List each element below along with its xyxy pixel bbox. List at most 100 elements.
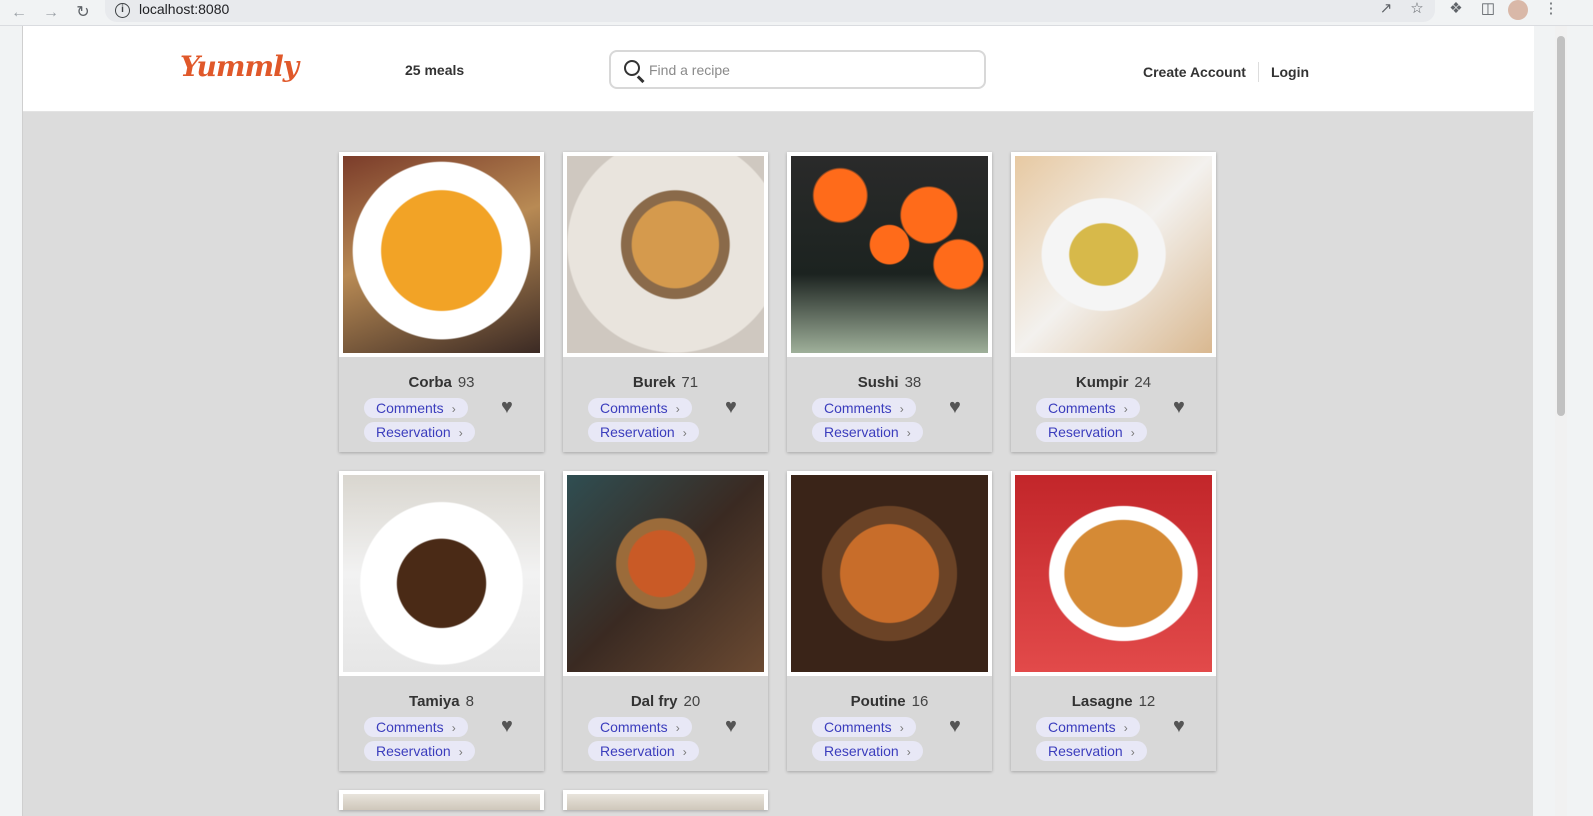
chevron-right-icon: ›: [682, 426, 687, 440]
search-box: [609, 50, 986, 89]
reservation-label: Reservation: [1048, 743, 1123, 759]
reservation-button[interactable]: Reservation ›: [588, 741, 699, 761]
reservation-button[interactable]: Reservation ›: [1036, 741, 1147, 761]
meal-name: Lasagne: [1071, 693, 1133, 710]
reservation-button[interactable]: Reservation ›: [812, 741, 923, 761]
back-icon[interactable]: ←: [8, 2, 30, 24]
heart-icon[interactable]: ♥: [1173, 397, 1193, 417]
meal-title-row: Poutine 16: [787, 693, 992, 710]
like-count: 38: [904, 374, 922, 391]
chevron-right-icon: ›: [458, 426, 463, 440]
meal-image: [1011, 471, 1216, 676]
comments-button[interactable]: Comments ›: [812, 717, 916, 737]
comments-label: Comments: [376, 719, 444, 735]
meal-title-row: Corba 93: [339, 374, 544, 391]
profile-avatar[interactable]: [1508, 0, 1528, 20]
chevron-right-icon: ›: [899, 402, 904, 416]
chevron-right-icon: ›: [675, 721, 680, 735]
reload-icon[interactable]: ↻: [72, 2, 94, 24]
logo[interactable]: Yummly: [180, 50, 299, 83]
page-content: Yummly 25 meals Create Account Login Cor…: [22, 26, 1534, 816]
heart-icon[interactable]: ♥: [501, 716, 521, 736]
reservation-label: Reservation: [376, 424, 451, 440]
page-scrollbar[interactable]: [1555, 26, 1567, 816]
heart-icon[interactable]: ♥: [1173, 716, 1193, 736]
comments-button[interactable]: Comments ›: [364, 398, 468, 418]
search-input[interactable]: [649, 59, 969, 81]
extensions-icon[interactable]: ❖: [1445, 0, 1467, 22]
meal-card: Lasagne 12 Comments › ♥ Reservation ›: [1011, 471, 1216, 771]
meal-card-partial: [339, 790, 544, 810]
chevron-right-icon: ›: [906, 426, 911, 440]
heart-icon[interactable]: ♥: [949, 716, 969, 736]
comments-button[interactable]: Comments ›: [1036, 398, 1140, 418]
chevron-right-icon: ›: [682, 745, 687, 759]
meal-name: Poutine: [850, 693, 906, 710]
meal-card: Dal fry 20 Comments › ♥ Reservation ›: [563, 471, 768, 771]
meal-card: Tamiya 8 Comments › ♥ Reservation ›: [339, 471, 544, 771]
comments-button[interactable]: Comments ›: [588, 398, 692, 418]
comments-button[interactable]: Comments ›: [812, 398, 916, 418]
chevron-right-icon: ›: [458, 745, 463, 759]
like-count: 8: [465, 693, 474, 710]
heart-icon[interactable]: ♥: [949, 397, 969, 417]
like-count: 93: [457, 374, 475, 391]
star-icon[interactable]: ☆: [1406, 0, 1428, 22]
address-url[interactable]: localhost:8080: [139, 1, 229, 17]
meal-image: [787, 152, 992, 357]
like-count: 24: [1134, 374, 1152, 391]
reservation-label: Reservation: [824, 424, 899, 440]
reservation-button[interactable]: Reservation ›: [812, 422, 923, 442]
info-icon[interactable]: i: [115, 3, 130, 18]
chevron-right-icon: ›: [1130, 426, 1135, 440]
meal-image: [567, 794, 764, 810]
search-icon: [624, 60, 640, 76]
meal-card: Corba 93 Comments › ♥ Reservation ›: [339, 152, 544, 452]
menu-icon[interactable]: ⋮: [1540, 0, 1562, 22]
comments-button[interactable]: Comments ›: [364, 717, 468, 737]
meal-name: Sushi: [857, 374, 899, 391]
address-bar[interactable]: i localhost:8080: [105, 0, 1435, 22]
reservation-label: Reservation: [376, 743, 451, 759]
chevron-right-icon: ›: [1123, 402, 1128, 416]
meal-title-row: Burek 71: [563, 374, 768, 391]
sidebar-icon[interactable]: ◫: [1477, 0, 1499, 22]
meal-name: Tamiya: [409, 693, 460, 710]
meal-title-row: Kumpir 24: [1011, 374, 1216, 391]
comments-label: Comments: [824, 719, 892, 735]
forward-icon[interactable]: →: [40, 2, 62, 24]
meal-name: Burek: [632, 374, 676, 391]
divider: [1257, 62, 1259, 82]
heart-icon[interactable]: ♥: [725, 397, 745, 417]
create-account-link[interactable]: Create Account: [1143, 64, 1246, 80]
login-link[interactable]: Login: [1271, 64, 1309, 80]
comments-button[interactable]: Comments ›: [588, 717, 692, 737]
meal-image: [563, 471, 768, 676]
meal-card: Poutine 16 Comments › ♥ Reservation ›: [787, 471, 992, 771]
meal-name: Dal fry: [630, 693, 678, 710]
meal-title-row: Sushi 38: [787, 374, 992, 391]
chevron-right-icon: ›: [906, 745, 911, 759]
meal-image: [563, 152, 768, 357]
share-icon[interactable]: ↗: [1375, 0, 1397, 22]
reservation-button[interactable]: Reservation ›: [588, 422, 699, 442]
meal-image: [787, 471, 992, 676]
meal-card: Burek 71 Comments › ♥ Reservation ›: [563, 152, 768, 452]
meal-title-row: Tamiya 8: [339, 693, 544, 710]
meal-image: [339, 471, 544, 676]
like-count: 20: [683, 693, 701, 710]
chevron-right-icon: ›: [675, 402, 680, 416]
reservation-label: Reservation: [600, 424, 675, 440]
comments-button[interactable]: Comments ›: [1036, 717, 1140, 737]
reservation-button[interactable]: Reservation ›: [364, 741, 475, 761]
reservation-label: Reservation: [824, 743, 899, 759]
chevron-right-icon: ›: [451, 402, 456, 416]
heart-icon[interactable]: ♥: [725, 716, 745, 736]
reservation-button[interactable]: Reservation ›: [364, 422, 475, 442]
meal-grid: Corba 93 Comments › ♥ Reservation › Burek 71…: [339, 152, 1219, 771]
reservation-button[interactable]: Reservation ›: [1036, 422, 1147, 442]
chevron-right-icon: ›: [1130, 745, 1135, 759]
chevron-right-icon: ›: [451, 721, 456, 735]
heart-icon[interactable]: ♥: [501, 397, 521, 417]
scrollbar-thumb[interactable]: [1557, 36, 1565, 416]
